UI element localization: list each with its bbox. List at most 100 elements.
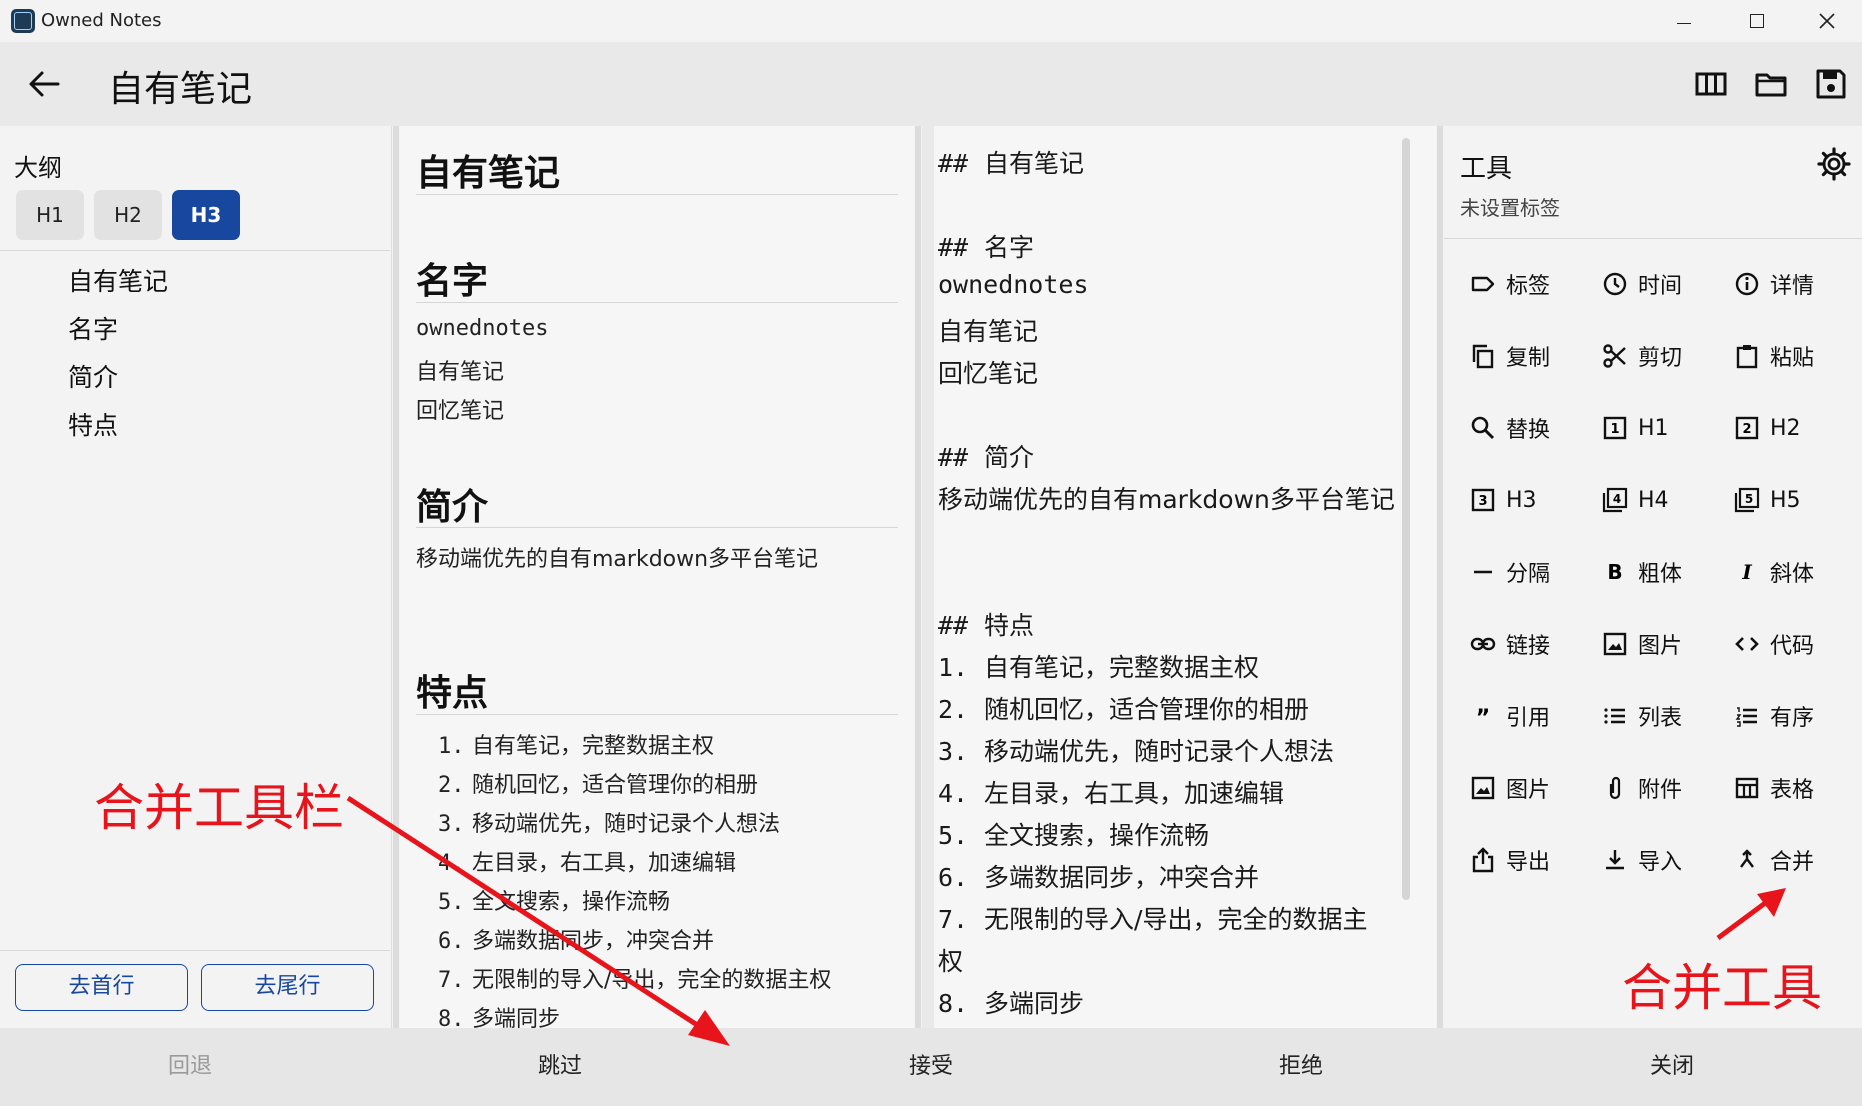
minimize-button[interactable] [1654, 0, 1714, 42]
table-tool-button[interactable]: 表格 [1734, 764, 1862, 812]
outline-item[interactable]: 特点 [68, 406, 118, 442]
gear-icon[interactable] [1816, 146, 1852, 182]
table-icon [1735, 777, 1759, 799]
h1-tool-button[interactable]: 1 H1 [1602, 404, 1732, 452]
source-line: ## 简介 [938, 443, 1035, 472]
svg-text:5: 5 [1745, 492, 1753, 506]
preview-text: 移动端优先的自有markdown多平台笔记 [416, 547, 819, 572]
paperclip-icon [1609, 776, 1621, 800]
source-line: ## 自有笔记 [938, 149, 1085, 178]
undo-button[interactable]: 回退 [4, 1028, 376, 1106]
link-tool-button[interactable]: 链接 [1470, 620, 1600, 668]
tools-divider [1444, 238, 1862, 239]
merge-tool-button[interactable]: 合并 [1734, 836, 1862, 884]
outline-item[interactable]: 名字 [68, 310, 118, 346]
insert-image-tool-button[interactable]: 图片 [1470, 764, 1600, 812]
heading-rule [416, 527, 898, 528]
app-title: Owned Notes [41, 10, 162, 31]
reject-button[interactable]: 拒绝 [1115, 1028, 1487, 1106]
details-tool-button[interactable]: 详情 [1734, 260, 1862, 308]
panel-splitter[interactable] [915, 126, 921, 1028]
import-icon [1606, 850, 1624, 870]
list-item: 1. 自有笔记，完整数据主权 [438, 734, 715, 759]
source-line: ownednotes [938, 270, 1089, 299]
italic-tool-button[interactable]: I 斜体 [1734, 548, 1862, 596]
code-tool-button[interactable]: 代码 [1734, 620, 1862, 668]
back-arrow-icon[interactable] [24, 64, 64, 104]
image-icon [1471, 776, 1495, 800]
outline-item[interactable]: 自有笔记 [68, 262, 168, 298]
export-tool-button[interactable]: 导出 [1470, 836, 1600, 884]
clipboard-icon [1736, 345, 1758, 369]
columns-icon[interactable] [1693, 66, 1729, 102]
svg-text:2: 2 [1742, 422, 1751, 437]
folder-icon[interactable] [1753, 66, 1789, 102]
bold-tool-button[interactable]: B 粗体 [1602, 548, 1732, 596]
import-tool-button[interactable]: 导入 [1602, 836, 1732, 884]
markdown-source-editor[interactable]: ## 自有笔记 ## 名字 ownednotes 自有笔记 回忆笔记 ## 简介… [922, 126, 1436, 1028]
divider-tool-button[interactable]: 分隔 [1470, 548, 1600, 596]
tag-icon [1471, 276, 1495, 292]
list-tool-button[interactable]: 列表 [1602, 692, 1732, 740]
close-icon [1819, 13, 1835, 29]
cut-tool-button[interactable]: 剪切 [1602, 332, 1732, 380]
source-line: 回忆笔记 [938, 359, 1039, 388]
outline-item[interactable]: 简介 [68, 358, 118, 394]
ordered-list-tool-button[interactable]: 有序 [1734, 692, 1862, 740]
outline-level-h2-button[interactable]: H2 [94, 190, 162, 240]
source-line: 移动端优先的自有markdown多平台笔记 [938, 485, 1395, 514]
ordered-list-icon [1735, 707, 1757, 727]
save-icon[interactable] [1813, 66, 1849, 102]
tools-panel: 工具 未设置标签 标签 时间 详情 复制 剪切 粘贴 替换 1 H1 2 H2 … [1444, 126, 1862, 1028]
h5-tool-button[interactable]: 5 H5 [1734, 476, 1862, 524]
source-line: 2. 随机回忆，适合管理你的相册 [938, 695, 1310, 724]
h2-tool-button[interactable]: 2 H2 [1734, 404, 1862, 452]
skip-button[interactable]: 跳过 [374, 1028, 746, 1106]
preview-heading: 名字 [416, 261, 489, 302]
panel-splitter[interactable] [1437, 126, 1443, 1028]
heading-rule [416, 302, 898, 303]
time-tool-button[interactable]: 时间 [1602, 260, 1732, 308]
maximize-icon [1750, 14, 1764, 28]
markdown-preview-panel: 自有笔记 名字 ownednotes 自有笔记 回忆笔记 简介 移动端优先的自有… [400, 126, 914, 1028]
preview-text: 回忆笔记 [416, 399, 505, 424]
panel-splitter[interactable] [393, 126, 399, 1028]
h4-icon: 4 [1602, 487, 1628, 513]
list-item: 3. 移动端优先，随时记录个人想法 [438, 812, 781, 837]
preview-heading: 简介 [416, 487, 489, 528]
copy-tool-button[interactable]: 复制 [1470, 332, 1600, 380]
replace-tool-button[interactable]: 替换 [1470, 404, 1600, 452]
source-line: 4. 左目录，右工具，加速编辑 [938, 779, 1285, 808]
close-window-button[interactable] [1797, 0, 1857, 42]
outline-panel: 大纲 H1 H2 H3 自有笔记 名字 简介 特点 去首行 去尾行 [0, 126, 392, 1028]
outline-divider [0, 250, 390, 251]
go-last-line-button[interactable]: 去尾行 [201, 964, 374, 1011]
h3-tool-button[interactable]: 3 H3 [1470, 476, 1600, 524]
h4-tool-button[interactable]: 4 H4 [1602, 476, 1732, 524]
accept-button[interactable]: 接受 [745, 1028, 1117, 1106]
list-icon [1604, 708, 1625, 724]
attachment-tool-button[interactable]: 附件 [1602, 764, 1732, 812]
outline-level-h3-button[interactable]: H3 [172, 190, 240, 240]
heading-rule [416, 194, 898, 195]
go-first-line-button[interactable]: 去首行 [15, 964, 188, 1011]
maximize-button[interactable] [1727, 0, 1787, 42]
editor-scrollbar[interactable] [1402, 138, 1410, 900]
h1-icon: 1 [1603, 416, 1627, 440]
paste-tool-button[interactable]: 粘贴 [1734, 332, 1862, 380]
info-icon [1735, 272, 1759, 296]
quote-tool-button[interactable]: ” 引用 [1470, 692, 1600, 740]
image-tool-button[interactable]: 图片 [1602, 620, 1732, 668]
image-icon [1603, 632, 1627, 656]
outline-level-h1-button[interactable]: H1 [16, 190, 84, 240]
source-line: 1. 自有笔记，完整数据主权 [938, 653, 1260, 682]
preview-text: ownednotes [416, 316, 549, 341]
svg-text:4: 4 [1613, 492, 1621, 506]
list-item: 8. 多端同步 [438, 1007, 561, 1028]
export-icon [1472, 847, 1494, 873]
tag-tool-button[interactable]: 标签 [1470, 260, 1600, 308]
tools-title: 工具 [1460, 154, 1513, 184]
close-merge-button[interactable]: 关闭 [1486, 1028, 1858, 1106]
h2-icon: 2 [1735, 416, 1759, 440]
svg-text:1: 1 [1610, 422, 1619, 437]
